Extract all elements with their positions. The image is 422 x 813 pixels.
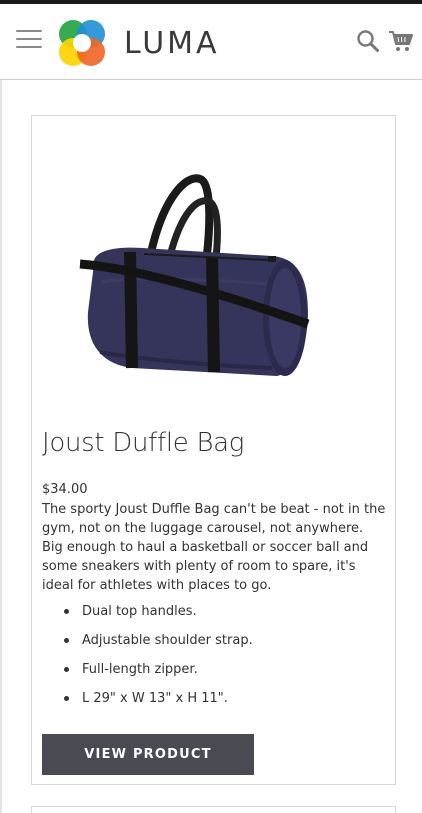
luma-logo-icon xyxy=(59,20,105,66)
feature-item: Full-length zipper. xyxy=(42,660,382,689)
site-header: LUMA xyxy=(0,4,422,80)
page-divider xyxy=(0,80,2,813)
feature-item: Adjustable shoulder strap. xyxy=(42,631,382,660)
product-card: Joust Duffle Bag $34.00 The sporty Joust… xyxy=(31,115,396,785)
duffle-bag-image xyxy=(79,174,310,376)
view-product-button[interactable]: VIEW PRODUCT xyxy=(42,734,254,775)
product-image[interactable] xyxy=(72,172,312,382)
product-price: $34.00 xyxy=(42,482,88,497)
feature-item: L 29" x W 13" x H 11". xyxy=(42,689,382,718)
next-product-card xyxy=(31,806,396,813)
logo-text: LUMA xyxy=(124,25,220,61)
hamburger-menu-icon[interactable] xyxy=(16,28,42,50)
feature-list: Dual top handles. Adjustable shoulder st… xyxy=(42,602,382,718)
product-description: The sporty Joust Duffle Bag can't be bea… xyxy=(42,502,386,593)
product-name-link[interactable]: Joust Duffle Bag xyxy=(42,428,244,458)
luma-logo[interactable]: LUMA xyxy=(56,16,220,70)
feature-item: Dual top handles. xyxy=(42,602,382,631)
search-icon[interactable] xyxy=(356,29,380,53)
shopping-cart-icon[interactable] xyxy=(388,29,414,53)
